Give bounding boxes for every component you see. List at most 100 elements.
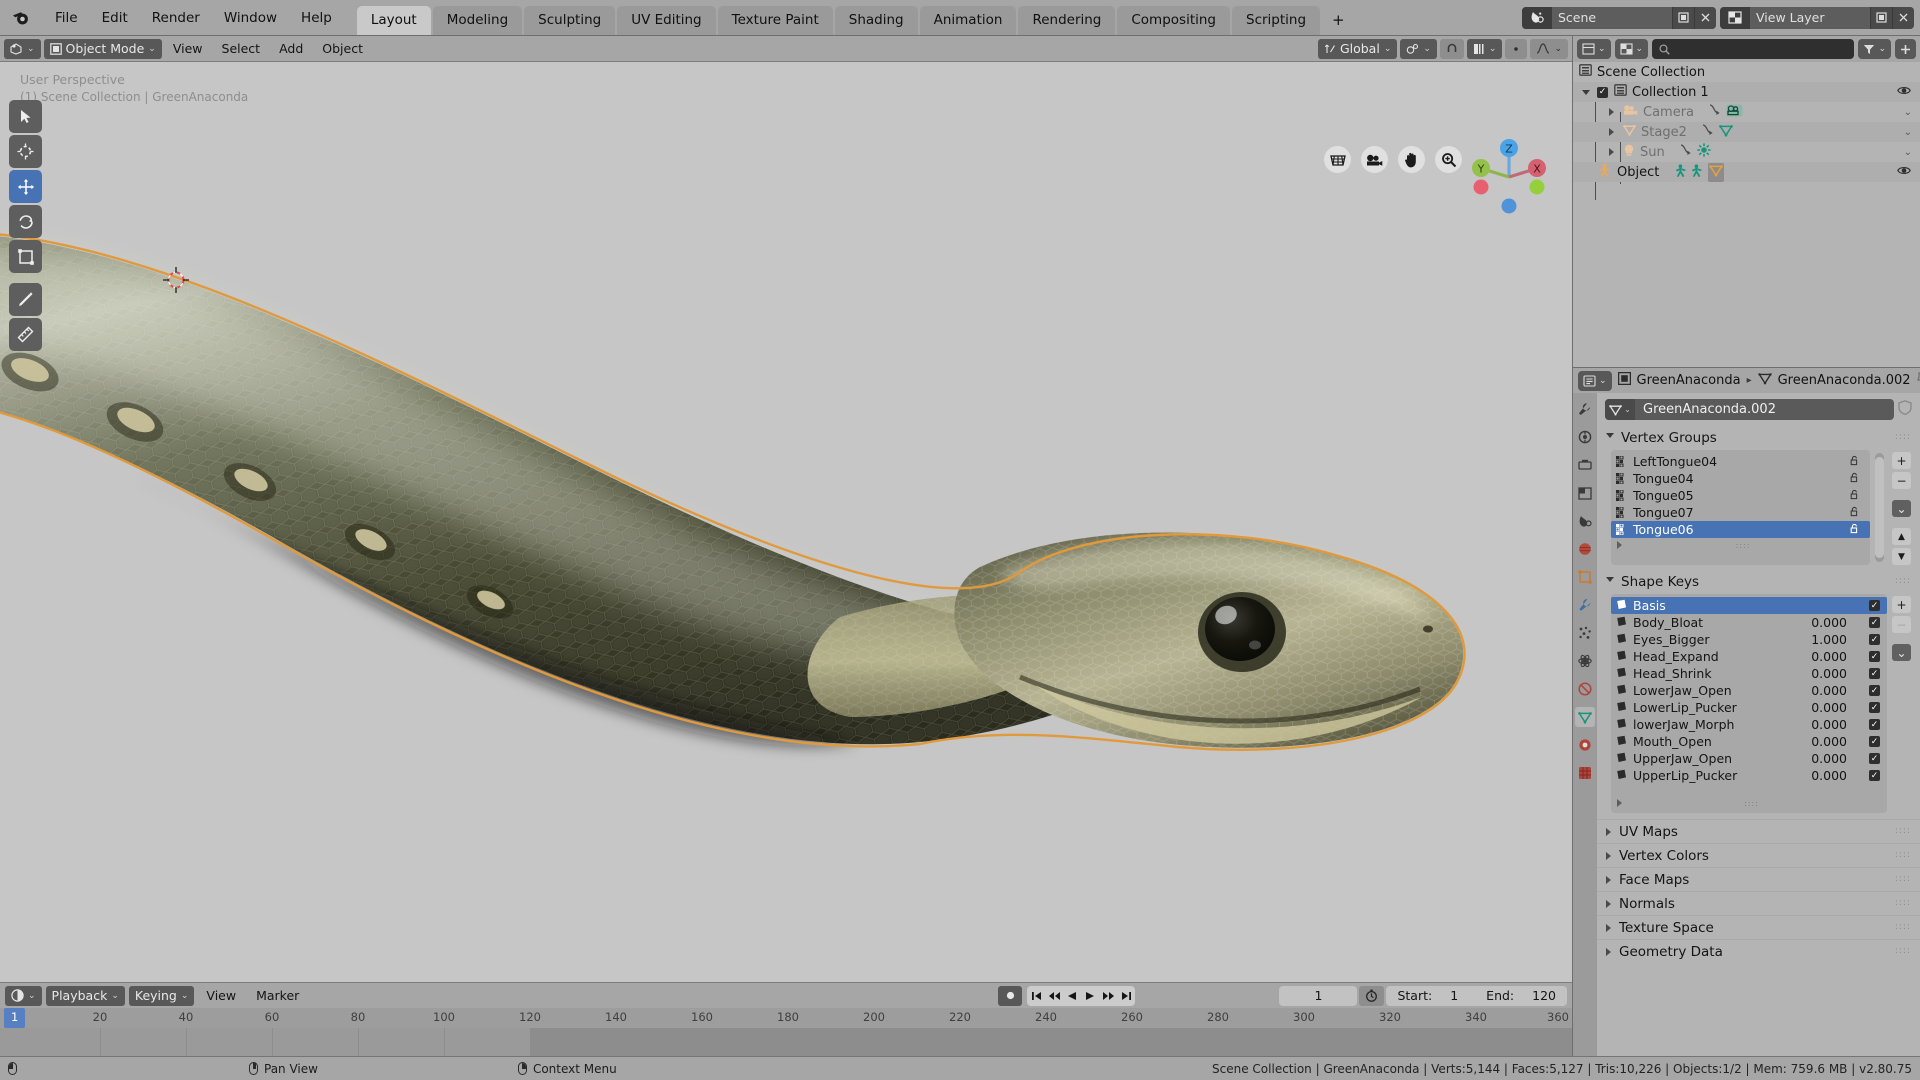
shape-key-enabled-checkbox[interactable]: ✓ [1869,719,1880,730]
shape-key-enabled-checkbox[interactable]: ✓ [1869,702,1880,713]
object-mode-dropdown[interactable]: Object Mode ⌄ [43,38,162,59]
lock-open-icon[interactable] [1849,454,1860,469]
add-vertex-group-button[interactable]: + [1892,452,1911,469]
pivot-point-dropdown[interactable]: ⌄ [1400,38,1437,59]
transform-orientation-dropdown[interactable]: Global ⌄ [1317,38,1398,59]
panel-collapse-icon[interactable] [1606,923,1611,932]
timeline-ruler[interactable]: 1 20 40 60 80 100 120 140 160 180 200 22… [0,1008,1572,1028]
annotate-tool[interactable] [9,283,42,316]
tab-view-layer[interactable] [1575,483,1595,503]
tab-layout[interactable]: Layout [356,6,431,35]
shape-key-enabled-checkbox[interactable]: ✓ [1869,770,1880,781]
shape-key-enabled-checkbox[interactable]: ✓ [1869,634,1880,645]
vertex-group-row[interactable]: Tongue05 [1611,487,1870,504]
tab-particles[interactable] [1575,623,1595,643]
keying-dropdown[interactable]: Keying ⌄ [128,985,195,1006]
vertex-groups-list[interactable]: LeftTongue04 Tongue04 Tongue05 Tongue07 … [1611,450,1870,565]
jump-to-next-keyframe-button[interactable] [1099,986,1117,1006]
panel-expand-icon[interactable] [1606,433,1614,442]
auto-keying-button[interactable] [998,985,1023,1006]
scene-delete-button[interactable] [1694,6,1716,29]
vertex-groups-scrollbar[interactable] [1875,453,1884,562]
panel-collapse-icon[interactable] [1606,899,1611,908]
vp-menu-add[interactable]: Add [271,39,311,59]
tab-modeling[interactable]: Modeling [432,6,523,35]
shape-key-row[interactable]: Head_Shrink 0.000 ✓ [1611,665,1887,682]
outliner-row-sun[interactable]: Sun ⌄ [1573,142,1920,162]
measure-tool[interactable] [9,318,42,351]
proportional-editing-toggle[interactable] [1505,38,1528,59]
shape-key-row-selected[interactable]: Basis ✓ [1611,597,1887,614]
pan-hand-icon[interactable] [1398,146,1425,173]
move-tool[interactable] [9,170,42,203]
timeline-menu-marker[interactable]: Marker [248,986,307,1006]
shape-key-value[interactable]: 0.000 [1811,683,1847,698]
shape-key-value[interactable]: 0.000 [1811,768,1847,783]
tab-scripting[interactable]: Scripting [1232,6,1321,35]
3d-viewport[interactable]: User Perspective (1) Scene Collection | … [0,62,1572,982]
expand-triangle-icon[interactable] [1609,128,1614,136]
remove-vertex-group-button[interactable]: − [1892,472,1911,489]
panel-collapse-icon[interactable] [1606,827,1611,836]
outliner-filter-button[interactable]: ⌄ [1858,39,1891,59]
properties-pin-icon[interactable] [1916,372,1920,389]
vertex-group-row-selected[interactable]: Tongue06 [1611,521,1870,538]
add-shape-key-button[interactable]: + [1892,596,1911,613]
shape-key-row[interactable]: Body_Bloat 0.000 ✓ [1611,614,1887,631]
lock-open-icon[interactable] [1849,505,1860,520]
vp-menu-view[interactable]: View [165,39,211,59]
outliner-search-input[interactable] [1652,39,1855,59]
panel-texture-space[interactable]: Texture Space :::: [1597,915,1920,939]
timeline-playhead[interactable]: 1 [4,1008,26,1028]
view-layer-selector[interactable]: View Layer [1720,6,1914,29]
shape-key-row[interactable]: Head_Expand 0.000 ✓ [1611,648,1887,665]
outliner-row-camera[interactable]: Camera ⌄ [1573,102,1920,122]
shape-key-row[interactable]: LowerLip_Pucker 0.000 ✓ [1611,699,1887,716]
panel-collapse-icon[interactable] [1606,851,1611,860]
timeline-track-area[interactable] [0,1028,1572,1056]
vertex-groups-panel-header[interactable]: Vertex Groups :::: [1597,427,1920,448]
tab-material[interactable] [1575,735,1595,755]
chevron-down-icon[interactable]: ⌄ [1904,147,1912,158]
shape-key-row[interactable]: UpperLip_Pucker 0.000 ✓ [1611,767,1887,784]
tab-animation[interactable]: Animation [919,6,1017,35]
add-workspace-button[interactable]: + [1322,5,1355,36]
shape-key-row[interactable]: lowerJaw_Morph 0.000 ✓ [1611,716,1887,733]
mesh-data-icon[interactable]: ⌄ [1605,399,1635,420]
tab-object-properties[interactable] [1575,567,1595,587]
shape-key-value[interactable]: 1.000 [1811,632,1847,647]
visibility-eye-icon[interactable] [1897,85,1911,100]
expand-triangle-icon[interactable] [1609,148,1614,156]
navigation-gizmo[interactable]: Z Y X [1466,134,1552,220]
jump-to-prev-keyframe-button[interactable] [1045,986,1063,1006]
tab-constraints[interactable] [1575,679,1595,699]
tab-shading[interactable]: Shading [834,6,918,35]
shape-key-value[interactable]: 0.000 [1811,615,1847,630]
properties-content[interactable]: ⌄ GreenAnaconda.002 Vertex Groups :::: L… [1597,393,1920,1056]
panel-collapse-icon[interactable] [1606,947,1611,956]
lock-open-icon[interactable] [1849,488,1860,503]
shape-key-enabled-checkbox[interactable]: ✓ [1869,685,1880,696]
properties-editor-type-button[interactable]: ⌄ [1578,370,1612,391]
panel-collapse-icon[interactable] [1606,875,1611,884]
panel-face-maps[interactable]: Face Maps :::: [1597,867,1920,891]
move-vertex-group-up-button[interactable]: ▲ [1892,528,1911,545]
scale-tool[interactable] [9,240,42,273]
outliner-new-collection-button[interactable] [1895,39,1916,59]
editor-type-button[interactable]: ⌄ [4,38,41,59]
shape-keys-panel-header[interactable]: Shape Keys :::: [1597,571,1920,592]
resize-grip-icon[interactable]: :::: [1744,799,1759,808]
outliner-row-scene-collection[interactable]: Scene Collection [1573,62,1920,82]
shape-keys-list[interactable]: Basis ✓ Body_Bloat 0.000 ✓ Eyes_Bigger 1… [1611,594,1887,813]
grid-view-icon[interactable] [1324,146,1351,173]
mesh-object-badge-icon[interactable] [1708,162,1725,182]
lock-open-icon[interactable] [1849,471,1860,486]
breadcrumb-object-name[interactable]: GreenAnaconda [1637,373,1741,388]
shape-key-value[interactable]: 0.000 [1811,717,1847,732]
vertex-group-row[interactable]: LeftTongue04 [1611,453,1870,470]
shape-key-enabled-checkbox[interactable]: ✓ [1869,668,1880,679]
chevron-down-icon[interactable]: ⌄ [1904,127,1912,138]
tab-scene[interactable] [1575,511,1595,531]
expand-triangle-icon[interactable] [1582,90,1590,99]
frame-range-fields[interactable]: Start: 1 End: 120 [1386,985,1567,1006]
